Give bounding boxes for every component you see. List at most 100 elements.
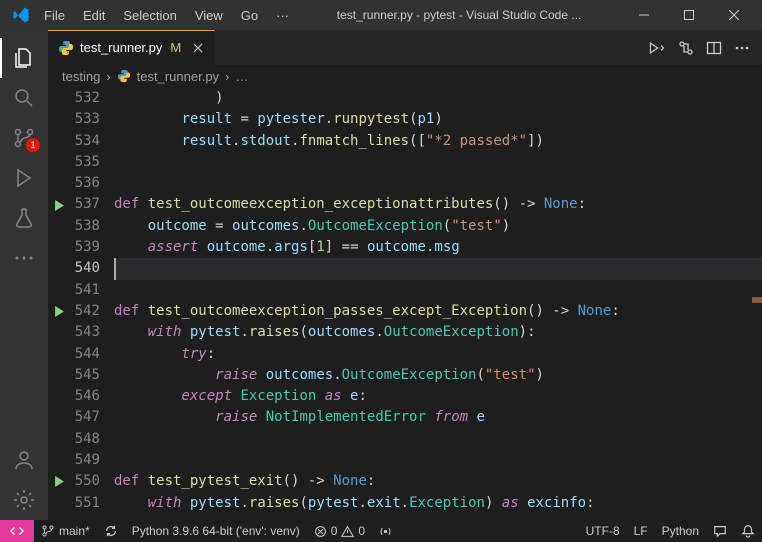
line-number: 533 [70, 109, 100, 130]
code-line[interactable] [114, 450, 762, 471]
editor-actions [636, 30, 762, 65]
line-number: 534 [70, 131, 100, 152]
status-bar: main* Python 3.9.6 64-bit ('env': venv) … [0, 520, 762, 542]
code-area[interactable]: ) result = pytester.runpytest(p1) result… [114, 87, 762, 520]
code-line[interactable]: outcome = outcomes.OutcomeException("tes… [114, 216, 762, 237]
line-number: 540 [70, 258, 100, 279]
run-file-button[interactable] [648, 40, 666, 56]
window-close-button[interactable] [711, 0, 756, 30]
code-line[interactable]: ) [114, 88, 762, 109]
window-minimize-button[interactable] [621, 0, 666, 30]
code-line[interactable] [114, 152, 762, 173]
gutter-run-column [48, 87, 70, 520]
code-line[interactable]: with pytest.raises(outcomes.OutcomeExcep… [114, 322, 762, 343]
status-problems[interactable]: 0 0 [307, 520, 372, 542]
split-editor-button[interactable] [706, 40, 722, 56]
tab-close-button[interactable] [191, 41, 205, 55]
run-test-gutter[interactable] [48, 471, 70, 492]
diff-button[interactable] [678, 40, 694, 56]
run-test-gutter [48, 386, 70, 407]
branch-name: main* [59, 524, 90, 538]
status-bell[interactable] [734, 520, 762, 542]
run-test-gutter [48, 450, 70, 471]
activity-scm[interactable]: 1 [0, 118, 48, 158]
code-line[interactable]: def test_pytest_exit() -> None: [114, 471, 762, 492]
code-line[interactable]: except Exception as e: [114, 386, 762, 407]
activity-account[interactable] [0, 440, 48, 480]
breadcrumb-file[interactable]: test_runner.py [137, 69, 219, 84]
activity-run[interactable] [0, 158, 48, 198]
code-line[interactable]: raise NotImplementedError from e [114, 407, 762, 428]
flask-icon [12, 206, 36, 230]
branch-icon [41, 524, 55, 538]
line-number: 532 [70, 88, 100, 109]
activity-explorer[interactable] [0, 38, 48, 78]
run-test-gutter[interactable] [48, 301, 70, 322]
activity-testing[interactable] [0, 198, 48, 238]
breadcrumb-folder[interactable]: testing [62, 69, 100, 84]
status-interpreter[interactable]: Python 3.9.6 64-bit ('env': venv) [125, 520, 307, 542]
play-icon [54, 200, 65, 211]
code-line[interactable]: raise outcomes.OutcomeException("test") [114, 365, 762, 386]
status-encoding[interactable]: UTF-8 [579, 520, 627, 542]
play-icon [54, 476, 65, 487]
menu-file[interactable]: File [36, 4, 73, 27]
run-test-gutter [48, 258, 70, 279]
line-number: 542 [70, 301, 100, 322]
menu-edit[interactable]: Edit [75, 4, 113, 27]
status-sync[interactable] [97, 520, 125, 542]
run-test-gutter [48, 407, 70, 428]
code-line[interactable] [114, 280, 762, 301]
remote-button[interactable] [0, 520, 34, 542]
line-number: 538 [70, 216, 100, 237]
line-number: 547 [70, 407, 100, 428]
editor-more-button[interactable] [734, 45, 750, 51]
code-line[interactable]: def test_outcomeexception_passes_except_… [114, 301, 762, 322]
code-line[interactable]: result = pytester.runpytest(p1) [114, 109, 762, 130]
breadcrumb[interactable]: testing › test_runner.py › … [48, 65, 762, 87]
menu-bar: File Edit Selection View Go ··· [36, 4, 297, 27]
activity-settings[interactable] [0, 480, 48, 520]
run-test-gutter [48, 365, 70, 386]
tab-filename: test_runner.py [80, 40, 162, 55]
activity-search[interactable] [0, 78, 48, 118]
line-number: 548 [70, 429, 100, 450]
line-number: 544 [70, 344, 100, 365]
activity-more[interactable] [0, 238, 48, 278]
line-number: 539 [70, 237, 100, 258]
editor[interactable]: 5325335345355365375385395405415425435445… [48, 87, 762, 520]
status-eol[interactable]: LF [627, 520, 655, 542]
run-test-gutter[interactable] [48, 194, 70, 215]
cursor [114, 258, 116, 279]
status-branch[interactable]: main* [34, 520, 97, 542]
code-line[interactable]: assert outcome.args[1] == outcome.msg [114, 237, 762, 258]
status-language[interactable]: Python [655, 520, 706, 542]
play-icon [648, 40, 666, 56]
menu-selection[interactable]: Selection [115, 4, 184, 27]
code-line[interactable]: result.stdout.fnmatch_lines(["*2 passed*… [114, 131, 762, 152]
minimap-thumb[interactable] [752, 297, 762, 303]
minimap[interactable] [748, 87, 762, 520]
code-line[interactable] [114, 173, 762, 194]
menu-more[interactable]: ··· [268, 4, 297, 27]
code-line[interactable]: with pytest.raises(pytest.exit.Exception… [114, 493, 762, 514]
line-number: 541 [70, 280, 100, 301]
breadcrumb-more[interactable]: … [235, 69, 248, 84]
menu-view[interactable]: View [187, 4, 231, 27]
line-number: 535 [70, 152, 100, 173]
line-number: 549 [70, 450, 100, 471]
activity-bar: 1 [0, 30, 48, 520]
code-line[interactable]: try: [114, 344, 762, 365]
window-maximize-button[interactable] [666, 0, 711, 30]
line-number: 551 [70, 493, 100, 514]
code-line[interactable] [114, 429, 762, 450]
search-icon [12, 86, 36, 110]
window-controls [621, 0, 756, 30]
status-feedback[interactable] [706, 520, 734, 542]
tab-test-runner[interactable]: test_runner.py M [48, 30, 215, 65]
line-number: 550 [70, 471, 100, 492]
code-line[interactable]: def test_outcomeexception_exceptionattri… [114, 194, 762, 215]
status-live[interactable] [372, 520, 399, 542]
title-bar: File Edit Selection View Go ··· test_run… [0, 0, 762, 30]
menu-go[interactable]: Go [233, 4, 266, 27]
